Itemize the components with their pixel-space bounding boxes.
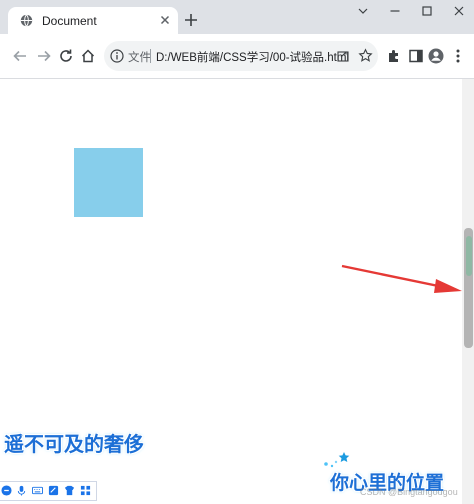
file-scheme-label: 文件	[128, 52, 151, 64]
reload-icon[interactable]	[58, 48, 74, 64]
browser-toolbar: 文件 D:/WEB前端/CSS学习/00-试验品.html	[0, 34, 474, 79]
back-arrow-icon[interactable]	[12, 48, 28, 64]
bookmark-star-icon[interactable]	[358, 48, 373, 63]
chevron-down-icon[interactable]	[356, 4, 370, 18]
microphone-icon[interactable]	[16, 485, 27, 496]
home-icon[interactable]	[80, 48, 96, 64]
lyric-caption-left: 遥不可及的奢侈	[4, 432, 144, 456]
window-close-icon[interactable]	[452, 4, 466, 18]
skyblue-box	[74, 148, 143, 217]
csdn-watermark: CSDN @Bingtangougou	[360, 487, 458, 497]
address-url[interactable]: D:/WEB前端/CSS学习/00-试验品.html	[156, 49, 349, 65]
tab-title: Document	[42, 14, 97, 28]
minimize-icon[interactable]	[388, 4, 402, 18]
tab-document[interactable]: Document	[8, 7, 178, 34]
toolbox-grid-icon[interactable]	[80, 485, 91, 496]
more-menu-icon[interactable]	[450, 48, 466, 64]
new-tab-icon[interactable]	[184, 13, 198, 27]
maximize-icon[interactable]	[420, 4, 434, 18]
profile-avatar-icon[interactable]	[428, 48, 444, 64]
handwriting-icon[interactable]	[48, 485, 59, 496]
ime-logo-icon[interactable]	[1, 485, 12, 496]
info-icon[interactable]	[110, 49, 124, 63]
address-bar[interactable]: 文件 D:/WEB前端/CSS学习/00-试验品.html	[104, 41, 378, 71]
address-separator	[150, 49, 151, 63]
keyboard-icon[interactable]	[32, 485, 43, 496]
forward-arrow-icon[interactable]	[36, 48, 52, 64]
globe-icon	[20, 14, 33, 27]
scrollbar-highlight	[466, 236, 472, 276]
extensions-puzzle-icon[interactable]	[386, 48, 402, 64]
side-panel-icon[interactable]	[408, 48, 424, 64]
red-arrow-annotation	[341, 264, 462, 293]
skin-shirt-icon[interactable]	[64, 485, 75, 496]
sparkle-stars-icon	[324, 452, 350, 468]
close-icon[interactable]	[158, 13, 172, 27]
tab-strip: Document	[0, 0, 474, 34]
share-icon[interactable]	[336, 49, 350, 63]
ime-toolbar	[0, 481, 97, 501]
